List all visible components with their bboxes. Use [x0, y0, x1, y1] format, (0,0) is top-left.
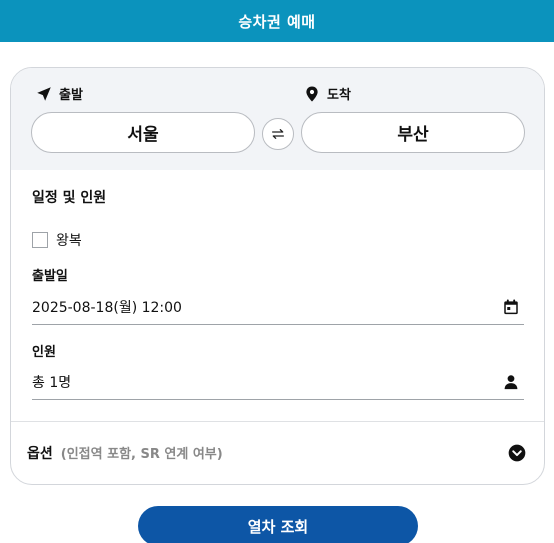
map-pin-icon — [306, 86, 318, 101]
booking-card: 출발 도착 서울 부산 일정 및 인원 왕복 출발일 2025-08-18(월) — [10, 67, 545, 485]
swap-stations-button[interactable] — [262, 118, 294, 150]
departure-station-name: 서울 — [127, 125, 159, 145]
arrival-label: 도착 — [303, 84, 351, 103]
schedule-section-title: 일정 및 인원 — [32, 190, 107, 206]
departure-date-field[interactable]: 2025-08-18(월) 12:00 — [32, 289, 524, 325]
app-header: 승차권 예매 — [0, 0, 554, 42]
page-title: 승차권 예매 — [238, 12, 316, 31]
arrival-label-text: 도착 — [327, 88, 351, 103]
roundtrip-checkbox[interactable] — [32, 232, 48, 248]
departure-label-text: 출발 — [59, 88, 83, 103]
passenger-value: 총 1명 — [32, 374, 72, 391]
passenger-field[interactable]: 총 1명 — [32, 364, 524, 400]
calendar-icon[interactable] — [502, 298, 520, 316]
roundtrip-label: 왕복 — [56, 233, 82, 249]
departure-label: 출발 — [35, 84, 83, 103]
passenger-label: 인원 — [32, 345, 56, 360]
options-title: 옵션 — [27, 446, 53, 462]
roundtrip-option[interactable]: 왕복 — [32, 230, 82, 250]
options-description: (인접역 포함, SR 연계 여부) — [60, 447, 223, 462]
options-text: 옵션 (인접역 포함, SR 연계 여부) — [27, 443, 223, 463]
person-icon[interactable] — [502, 373, 520, 391]
options-toggle[interactable]: 옵션 (인접역 포함, SR 연계 여부) — [27, 438, 529, 468]
route-section: 출발 도착 서울 부산 — [11, 68, 544, 170]
departure-station-button[interactable]: 서울 — [31, 112, 255, 153]
search-trains-button[interactable]: 열차 조회 — [138, 506, 418, 543]
search-trains-label: 열차 조회 — [247, 517, 309, 536]
chevron-down-circle-icon[interactable] — [507, 443, 527, 463]
section-divider — [11, 421, 544, 422]
departure-date-value: 2025-08-18(월) 12:00 — [32, 299, 182, 316]
departure-date-label: 출발일 — [32, 269, 68, 284]
arrival-station-name: 부산 — [397, 125, 429, 145]
swap-arrows-icon — [272, 129, 284, 139]
arrival-station-button[interactable]: 부산 — [301, 112, 525, 153]
navigation-arrow-icon — [37, 86, 51, 101]
